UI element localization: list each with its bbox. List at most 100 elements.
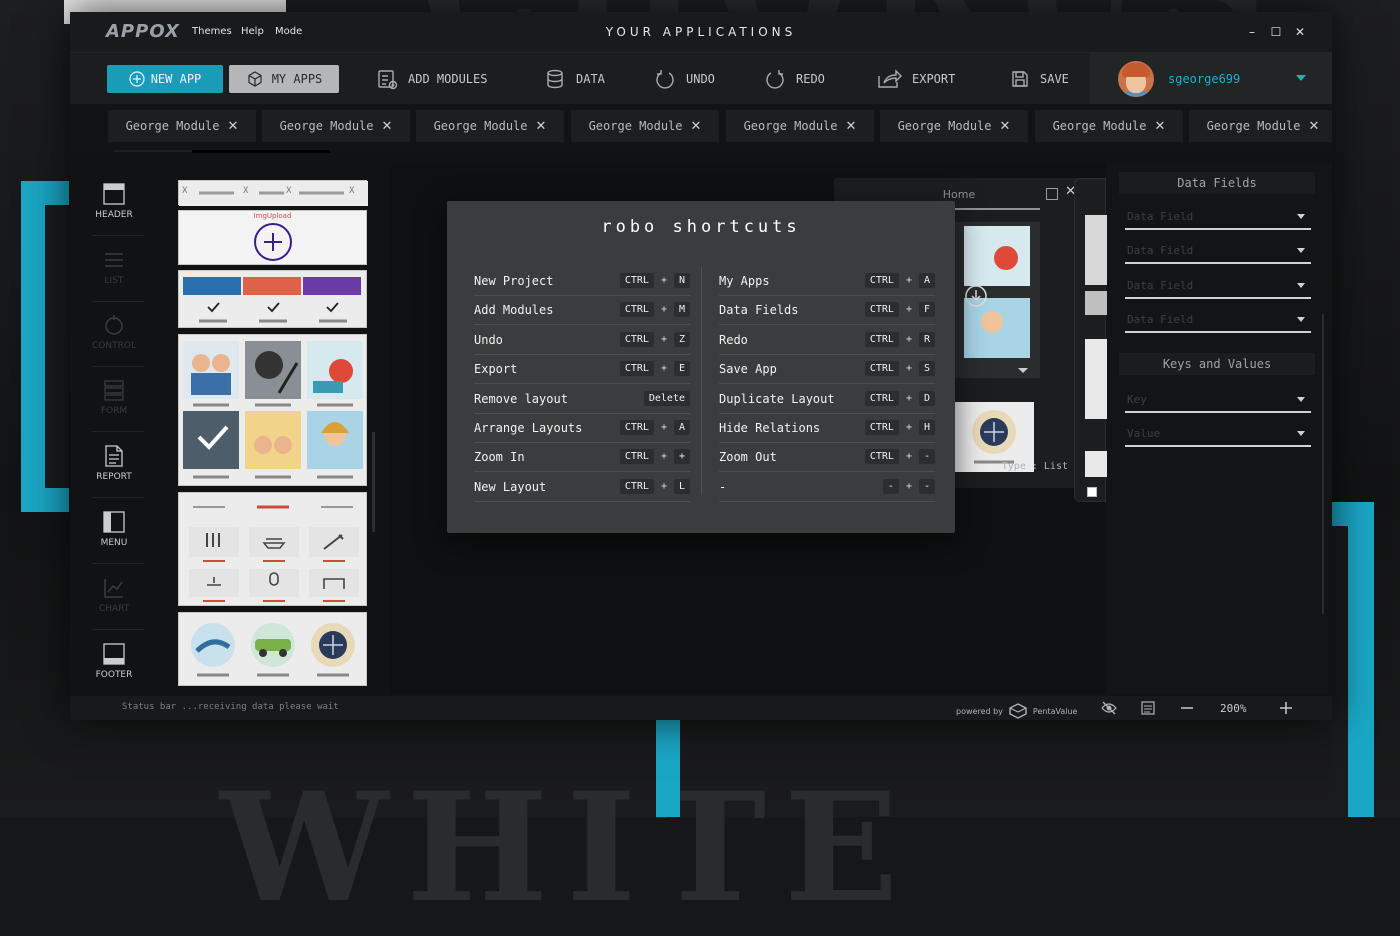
save-label: SAVE (1040, 72, 1069, 86)
shortcut-row: Arrange LayoutsCTRL+A (474, 414, 690, 443)
module-tab[interactable]: George Module ✕ (726, 110, 874, 142)
close-tab-icon[interactable]: ✕ (382, 119, 393, 134)
add-modules-button[interactable]: ADD MODULES (376, 65, 487, 93)
key-cap: + (658, 481, 670, 492)
export-label: EXPORT (912, 72, 955, 86)
sidebar-item-header[interactable]: HEADER (84, 172, 144, 236)
export-button[interactable]: EXPORT (876, 65, 955, 93)
key-cap: M (674, 302, 690, 317)
shortcuts-title: robo shortcuts (447, 217, 955, 237)
shortcut-row: UndoCTRL+Z (474, 326, 690, 355)
user-menu[interactable]: sgeorge699 (1090, 53, 1332, 105)
thumbnails-scrollbar[interactable] (372, 432, 375, 532)
module-tab[interactable]: George Module ✕ (1189, 110, 1332, 142)
status-text: Status bar ...receiving data please wait (122, 702, 339, 712)
close-tab-icon[interactable]: ✕ (1155, 119, 1166, 134)
redo-label: REDO (796, 72, 825, 86)
thumb-image-grid[interactable] (178, 334, 367, 486)
save-icon (1010, 69, 1030, 89)
undo-button[interactable]: UNDO (654, 65, 715, 93)
thumb-upload-label: ImgUpload (179, 212, 366, 220)
key-cap: + (658, 363, 670, 374)
close-window-button[interactable]: ✕ (1290, 22, 1310, 42)
shortcut-row: Zoom InCTRL++ (474, 443, 690, 472)
shortcut-label: Arrange Layouts (474, 421, 582, 435)
module-tab[interactable]: George Module✕ (108, 110, 256, 142)
redo-button[interactable]: REDO (764, 65, 825, 93)
sidebar-item-report[interactable]: REPORT (84, 434, 144, 498)
data-field-select[interactable]: Data Field (1125, 202, 1311, 230)
tab-label: George Module (1207, 119, 1301, 133)
sidebar-item-list[interactable]: LIST (84, 238, 144, 302)
thumb-tab-strip[interactable]: X X X X (178, 180, 367, 205)
sidebar-item-form[interactable]: FORM (84, 368, 144, 432)
shortcut-label: Remove layout (474, 392, 568, 406)
module-tab[interactable]: George Module✕ (880, 110, 1028, 142)
save-button[interactable]: SAVE (1010, 65, 1069, 93)
key-cap: - (919, 479, 935, 494)
module-tab[interactable]: George Module✕ (416, 110, 564, 142)
thumb-x: X (243, 186, 248, 196)
field-placeholder: Data Field (1127, 279, 1193, 292)
close-tab-icon[interactable]: ✕ (691, 119, 702, 134)
maximize-button[interactable]: ☐ (1266, 22, 1286, 42)
module-tab[interactable]: George Module ✕ (1035, 110, 1183, 142)
sidebar-item-label: FOOTER (96, 670, 133, 680)
thumb-image-upload[interactable]: ImgUpload (178, 210, 367, 265)
field-placeholder: Data Field (1127, 313, 1193, 326)
value-select[interactable]: Value (1125, 419, 1311, 447)
menu-themes[interactable]: Themes (192, 26, 232, 37)
card-checkbox[interactable] (1087, 487, 1097, 497)
key-select[interactable]: Key (1125, 385, 1311, 413)
layout-card-secondary[interactable] (1074, 178, 1106, 502)
module-tab[interactable]: George Module✕ (262, 110, 410, 142)
close-tab-icon[interactable]: ✕ (228, 119, 239, 134)
thumb-checklist[interactable] (178, 270, 367, 328)
deco-bar-right-inner (1332, 526, 1348, 817)
shortcut-keys: CTRL+- (865, 449, 935, 464)
my-apps-button[interactable]: MY APPS (229, 65, 339, 93)
close-tab-icon[interactable]: ✕ (846, 119, 857, 134)
minimize-button[interactable]: – (1242, 22, 1262, 42)
data-field-select[interactable]: Data Field (1125, 236, 1311, 264)
new-app-button[interactable]: NEW APP (107, 65, 223, 93)
shortcut-row: Data FieldsCTRL+F (719, 296, 935, 325)
sidebar-item-control[interactable]: CONTROL (84, 303, 144, 367)
properties-panel: Data Fields Data Field Data Field Data F… (1107, 164, 1332, 694)
key-cap: + (903, 451, 915, 462)
tab-label: George Module (744, 119, 838, 133)
thumb-x: X (349, 186, 354, 196)
export-icon (876, 68, 902, 90)
properties-scrollbar[interactable] (1322, 314, 1324, 614)
sidebar-item-menu[interactable]: MENU (84, 500, 144, 564)
tab-label: George Module (1053, 119, 1147, 133)
data-button[interactable]: DATA (544, 65, 605, 93)
sidebar-item-chart[interactable]: CHART (84, 566, 144, 630)
shortcut-row: Duplicate LayoutCTRL+D (719, 385, 935, 414)
data-field-select[interactable]: Data Field (1125, 271, 1311, 299)
eye-off-icon[interactable] (1101, 700, 1117, 716)
key-cap: CTRL (865, 391, 899, 406)
thumb-icon-grid[interactable] (178, 492, 367, 606)
card-type-label: Type : List (1002, 461, 1068, 472)
zoom-out-icon[interactable] (1179, 700, 1195, 716)
menu-help[interactable]: Help (241, 26, 264, 37)
thumb-circle-gallery[interactable] (178, 612, 367, 686)
data-field-select[interactable]: Data Field (1125, 305, 1311, 333)
tab-scroll-track[interactable] (114, 150, 330, 152)
menu-mode[interactable]: Mode (275, 26, 302, 37)
shortcut-keys: CTRL+E (620, 361, 690, 376)
duplicate-icon[interactable] (1046, 188, 1058, 200)
shortcut-row: --+- (719, 473, 935, 502)
shortcut-row: Save AppCTRL+S (719, 355, 935, 384)
sidebar-item-footer[interactable]: FOOTER (84, 632, 144, 696)
module-tab[interactable]: George Module✕ (571, 110, 719, 142)
key-cap: F (919, 302, 935, 317)
chevron-down-icon[interactable] (1296, 75, 1306, 81)
close-tab-icon[interactable]: ✕ (1000, 119, 1011, 134)
close-tab-icon[interactable]: ✕ (1309, 119, 1320, 134)
close-tab-icon[interactable]: ✕ (536, 119, 547, 134)
notes-icon[interactable] (1140, 700, 1156, 716)
zoom-in-icon[interactable] (1278, 700, 1294, 716)
key-cap: R (919, 332, 935, 347)
